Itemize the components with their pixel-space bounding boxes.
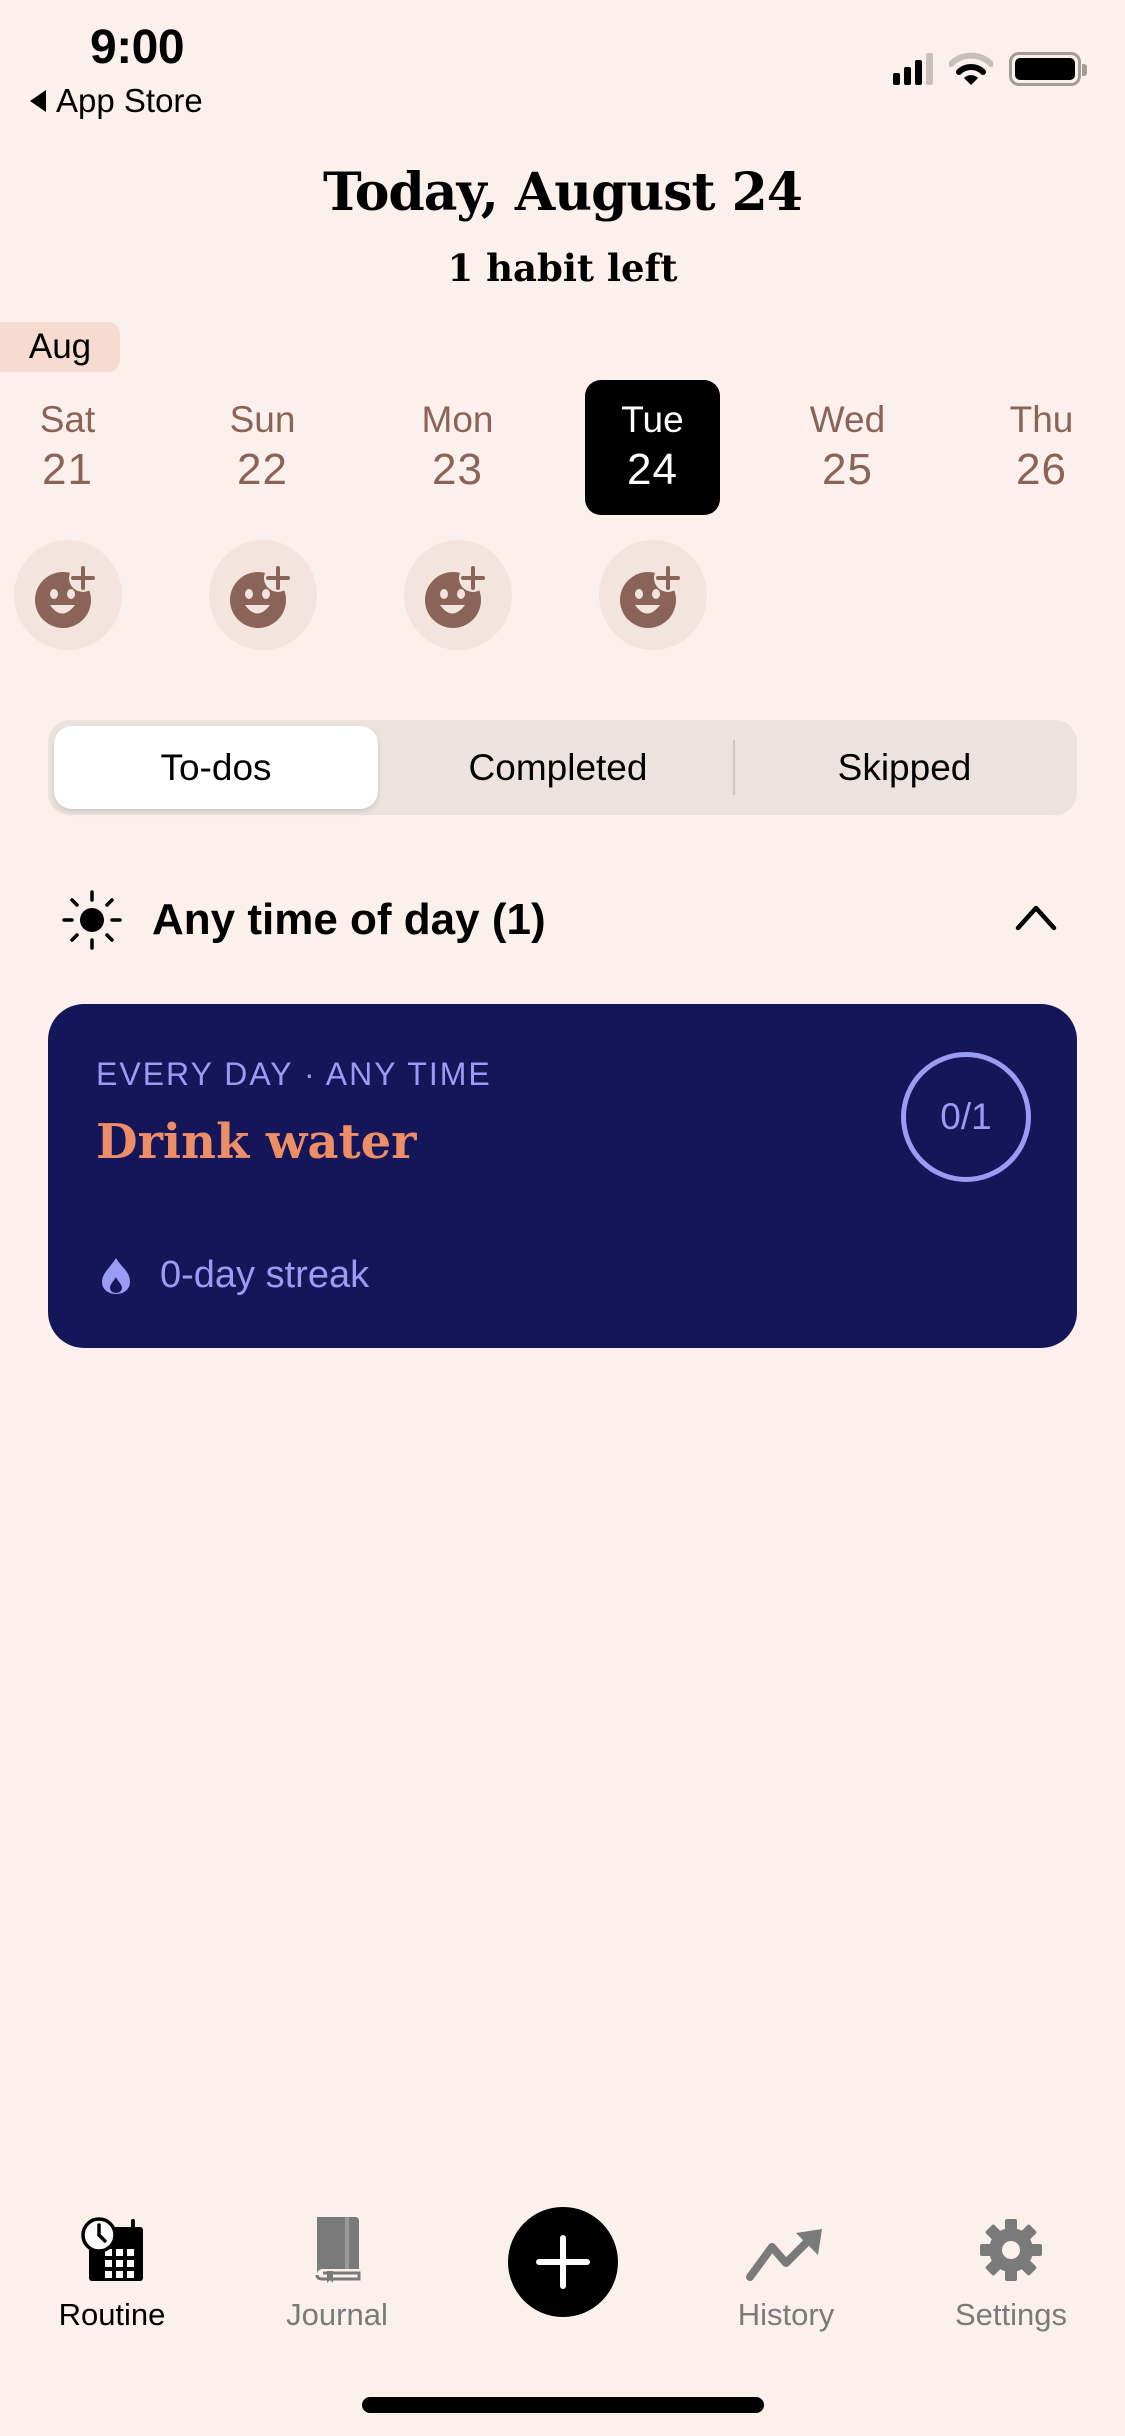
wifi-icon bbox=[949, 52, 993, 85]
habits-left-count: 1 habit left bbox=[447, 246, 678, 290]
add-mood-smiley-icon bbox=[425, 564, 487, 628]
back-label: App Store bbox=[56, 82, 203, 119]
day-number: 22 bbox=[237, 444, 288, 494]
add-mood-smiley-icon bbox=[35, 564, 97, 628]
calendar-clock-icon bbox=[81, 2217, 143, 2281]
day-sat-21[interactable]: Sat 21 bbox=[0, 380, 135, 515]
tab-label: Journal bbox=[286, 2297, 388, 2332]
day-number: 23 bbox=[432, 444, 483, 494]
tab-todos[interactable]: To-dos bbox=[54, 726, 378, 809]
section-any-time-of-day[interactable]: Any time of day (1) bbox=[62, 890, 1062, 950]
day-of-week: Mon bbox=[421, 398, 494, 440]
habit-progress-text: 0/1 bbox=[940, 1096, 992, 1137]
habit-card-drink-water[interactable]: EVERY DAY · ANY TIME Drink water 0/1 0-d… bbox=[48, 1004, 1077, 1348]
status-time: 9:00 bbox=[90, 21, 185, 74]
day-of-week: Tue bbox=[621, 398, 684, 440]
tab-label: History bbox=[737, 2297, 835, 2332]
add-mood-button-mon[interactable] bbox=[404, 540, 512, 650]
segment-divider bbox=[733, 740, 735, 795]
tab-skipped[interactable]: Skipped bbox=[738, 726, 1071, 809]
flame-icon bbox=[102, 1257, 130, 1294]
plus-icon bbox=[536, 2235, 590, 2289]
day-number: 26 bbox=[1016, 444, 1067, 494]
battery-icon bbox=[1009, 52, 1087, 86]
journal-icon bbox=[315, 2217, 361, 2283]
tab-completed[interactable]: Completed bbox=[386, 726, 730, 809]
add-mood-smiley-icon bbox=[230, 564, 292, 628]
tab-bar-settings[interactable]: Settings bbox=[926, 2205, 1096, 2333]
chevron-up-icon[interactable] bbox=[1014, 902, 1058, 932]
streak-text: 0-day streak bbox=[160, 1254, 370, 1296]
day-of-week: Wed bbox=[809, 398, 886, 440]
day-mon-23[interactable]: Mon 23 bbox=[390, 380, 525, 515]
add-mood-button-sat[interactable] bbox=[14, 540, 122, 650]
add-mood-button-sun[interactable] bbox=[209, 540, 317, 650]
habit-streak: 0-day streak bbox=[100, 1254, 369, 1297]
habit-schedule: EVERY DAY · ANY TIME bbox=[96, 1056, 492, 1092]
day-of-week: Sat bbox=[39, 398, 96, 440]
month-badge: Aug bbox=[0, 322, 120, 372]
day-number: 24 bbox=[627, 444, 678, 494]
home-indicator[interactable] bbox=[362, 2397, 764, 2413]
day-of-week: Thu bbox=[1009, 398, 1074, 440]
add-mood-smiley-icon bbox=[620, 564, 682, 628]
tab-label: Routine bbox=[58, 2297, 166, 2332]
section-label: Any time of day (1) bbox=[152, 895, 546, 944]
habit-progress-button[interactable]: 0/1 bbox=[901, 1052, 1031, 1182]
sun-icon bbox=[62, 890, 122, 950]
tab-label: Settings bbox=[954, 2297, 1067, 2332]
back-to-app-store[interactable]: App Store bbox=[30, 82, 203, 120]
day-sun-22[interactable]: Sun 22 bbox=[195, 380, 330, 515]
add-habit-button[interactable] bbox=[508, 2207, 618, 2317]
add-mood-button-tue[interactable] bbox=[599, 540, 707, 650]
gear-icon bbox=[980, 2219, 1042, 2281]
day-tue-24-selected[interactable]: Tue 24 bbox=[585, 380, 720, 515]
day-of-week: Sun bbox=[229, 398, 296, 440]
day-thu-26[interactable]: Thu 26 bbox=[974, 380, 1109, 515]
day-wed-25[interactable]: Wed 25 bbox=[780, 380, 915, 515]
tab-bar-routine[interactable]: Routine bbox=[27, 2205, 197, 2333]
day-number: 21 bbox=[42, 444, 93, 494]
tab-bar-journal[interactable]: Journal bbox=[252, 2205, 422, 2333]
tab-bar-history[interactable]: History bbox=[701, 2205, 871, 2333]
cellular-signal-icon bbox=[893, 53, 933, 85]
back-arrow-icon bbox=[30, 90, 46, 112]
day-number: 25 bbox=[822, 444, 873, 494]
habit-name: Drink water bbox=[96, 1114, 417, 1170]
status-icons bbox=[893, 52, 1087, 86]
page-title: Today, August 24 bbox=[323, 162, 803, 223]
habit-filter-segmented-control: To-dos Completed Skipped bbox=[48, 720, 1077, 815]
trend-up-icon bbox=[746, 2229, 822, 2281]
